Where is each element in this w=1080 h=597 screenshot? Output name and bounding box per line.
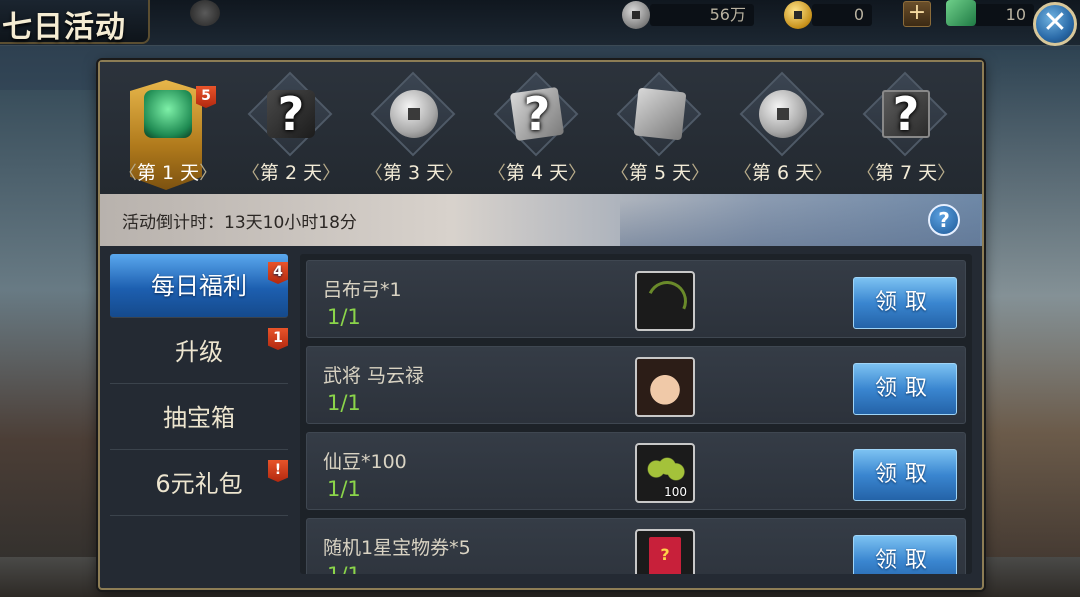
top-bar: 七日活动 56万 0 + 10: [0, 0, 1080, 46]
seven-day-panel: 5 〈第 1 天〉 ? 〈第 2 天〉 〈第 3 天〉 ? 〈第 4 天〉 〈第…: [98, 60, 984, 590]
category-tabs: 每日福利 4 升级 1 抽宝箱 6元礼包 !: [110, 254, 288, 574]
tab-badge: 4: [268, 262, 288, 284]
treasure-ticket-icon[interactable]: [635, 529, 695, 574]
help-button[interactable]: ?: [928, 204, 960, 236]
gold-amount: 0: [812, 4, 872, 26]
tab-treasure-chest[interactable]: 抽宝箱: [110, 386, 288, 450]
gold-coin-icon: [784, 1, 812, 29]
day-label: 〈第 4 天〉: [487, 162, 587, 184]
claim-button[interactable]: 领取: [853, 535, 957, 574]
claim-button[interactable]: 领取: [853, 449, 957, 501]
day-tab-6[interactable]: 〈第 6 天〉: [723, 62, 843, 194]
reward-progress: 1/1: [327, 477, 361, 501]
countdown-bar: 活动倒计时：13天10小时18分 ?: [100, 194, 982, 246]
tab-badge: !: [268, 460, 288, 482]
reward-list[interactable]: 吕布弓*1 1/1 领取 武将 马云禄 1/1 领取 仙豆*100 1/1 10…: [300, 254, 972, 574]
day-badge: 5: [196, 86, 216, 108]
reward-progress: 1/1: [327, 305, 361, 329]
close-button[interactable]: ✕: [1033, 2, 1077, 46]
reward-progress: 1/1: [327, 391, 361, 415]
day-tab-1[interactable]: 5 〈第 1 天〉: [108, 62, 228, 194]
question-mark-icon: ?: [277, 87, 305, 141]
day-tab-7[interactable]: ? 〈第 7 天〉: [846, 62, 966, 194]
silver-coin-icon: [390, 90, 438, 138]
question-mark-icon: ?: [892, 87, 920, 141]
recharge-plus-button[interactable]: +: [903, 1, 931, 27]
reward-row: 随机1星宝物券*5 1/1 领取: [306, 518, 966, 574]
reward-progress: 1/1: [327, 563, 361, 574]
day-tab-4[interactable]: ? 〈第 4 天〉: [477, 62, 597, 194]
tab-daily-welfare[interactable]: 每日福利 4: [110, 254, 288, 318]
bow-icon[interactable]: [635, 271, 695, 331]
silver-ingot-icon: [633, 87, 687, 141]
jade-icon: [946, 0, 976, 26]
reward-row: 吕布弓*1 1/1 领取: [306, 260, 966, 338]
avatar-icon[interactable]: [190, 0, 220, 26]
day-label: 〈第 1 天〉: [118, 162, 218, 184]
claim-button[interactable]: 领取: [853, 363, 957, 415]
day-tab-5[interactable]: 〈第 5 天〉: [600, 62, 720, 194]
tab-badge: 1: [268, 328, 288, 350]
day-tab-3[interactable]: 〈第 3 天〉: [354, 62, 474, 194]
general-portrait-icon[interactable]: [635, 357, 695, 417]
day-selector: 5 〈第 1 天〉 ? 〈第 2 天〉 〈第 3 天〉 ? 〈第 4 天〉 〈第…: [100, 62, 982, 194]
tab-gift-pack[interactable]: 6元礼包 !: [110, 452, 288, 516]
silver-amount: 56万: [650, 4, 754, 26]
day-label: 〈第 6 天〉: [733, 162, 833, 184]
day-label: 〈第 3 天〉: [364, 162, 464, 184]
tab-upgrade[interactable]: 升级 1: [110, 320, 288, 384]
jade-amount: 10: [974, 4, 1034, 26]
jade-seal-icon: [144, 90, 192, 138]
silver-coin-icon: [622, 1, 650, 29]
reward-row: 武将 马云禄 1/1 领取: [306, 346, 966, 424]
reward-name: 仙豆*100: [323, 451, 407, 473]
day-label: 〈第 5 天〉: [610, 162, 710, 184]
item-count: 100: [664, 485, 687, 499]
beans-icon[interactable]: 100: [635, 443, 695, 503]
reward-name: 吕布弓*1: [323, 279, 402, 301]
silver-coin-icon: [759, 90, 807, 138]
day-label: 〈第 2 天〉: [241, 162, 341, 184]
day-label: 〈第 7 天〉: [856, 162, 956, 184]
title-plate: 七日活动: [0, 0, 150, 45]
question-mark-icon: ?: [523, 87, 551, 141]
reward-name: 武将 马云禄: [323, 365, 425, 387]
day-tab-2[interactable]: ? 〈第 2 天〉: [231, 62, 351, 194]
reward-name: 随机1星宝物券*5: [323, 537, 471, 559]
page-title: 七日活动: [2, 10, 126, 45]
reward-row: 仙豆*100 1/1 100 领取: [306, 432, 966, 510]
claim-button[interactable]: 领取: [853, 277, 957, 329]
countdown-text: 活动倒计时：13天10小时18分: [122, 213, 357, 233]
